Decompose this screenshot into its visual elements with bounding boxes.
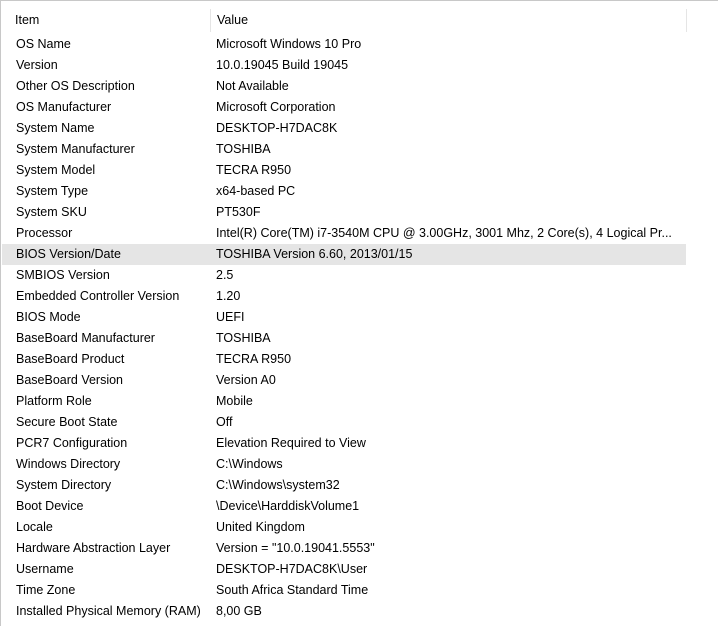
table-row[interactable]: OS Name Microsoft Windows 10 Pro	[2, 34, 686, 55]
table-row[interactable]: BaseBoard Product TECRA R950	[2, 349, 686, 370]
table-row[interactable]: Time Zone South Africa Standard Time	[2, 580, 686, 601]
row-item-cell: Locale	[16, 520, 53, 534]
row-item-cell: Username	[16, 562, 74, 576]
table-row[interactable]: System Type x64-based PC	[2, 181, 686, 202]
row-item-cell: BaseBoard Version	[16, 373, 124, 387]
row-item-cell: Windows Directory	[16, 457, 121, 471]
row-item-cell: Time Zone	[16, 583, 76, 597]
row-value-cell: x64-based PC	[216, 184, 296, 198]
table-row[interactable]: Boot Device \Device\HarddiskVolume1	[2, 496, 686, 517]
column-header-item[interactable]: Item	[9, 9, 209, 32]
row-item-cell: Hardware Abstraction Layer	[16, 541, 171, 555]
table-row[interactable]: Installed Physical Memory (RAM) 8,00 GB	[2, 601, 686, 622]
table-row[interactable]: Version 10.0.19045 Build 19045	[2, 55, 686, 76]
table-row[interactable]: Locale United Kingdom	[2, 517, 686, 538]
table-row[interactable]: System Directory C:\Windows\system32	[2, 475, 686, 496]
row-value-cell: South Africa Standard Time	[216, 583, 369, 597]
table-row[interactable]: Secure Boot State Off	[2, 412, 686, 433]
row-value-cell: Off	[216, 415, 233, 429]
table-row[interactable]: SMBIOS Version 2.5	[2, 265, 686, 286]
row-item-cell: System Name	[16, 121, 95, 135]
table-row[interactable]: Embedded Controller Version 1.20	[2, 286, 686, 307]
row-item-cell: Boot Device	[16, 499, 84, 513]
row-item-cell: PCR7 Configuration	[16, 436, 128, 450]
row-value-cell: 1.20	[216, 289, 241, 303]
table-row[interactable]: PCR7 Configuration Elevation Required to …	[2, 433, 686, 454]
row-value-cell: DESKTOP-H7DAC8K	[216, 121, 338, 135]
row-value-cell: 2.5	[216, 268, 234, 282]
row-value-cell: C:\Windows	[216, 457, 283, 471]
row-item-cell: Version	[16, 58, 58, 72]
row-value-cell: Mobile	[216, 394, 253, 408]
table-row[interactable]: BIOS Version/Date TOSHIBA Version 6.60, 2…	[2, 244, 686, 265]
row-item-cell: BaseBoard Product	[16, 352, 125, 366]
row-value-cell: Microsoft Windows 10 Pro	[216, 37, 362, 51]
row-item-cell: BaseBoard Manufacturer	[16, 331, 155, 345]
row-value-cell: 8,00 GB	[216, 604, 262, 618]
table-row[interactable]: Other OS Description Not Available	[2, 76, 686, 97]
table-row[interactable]: BaseBoard Version Version A0	[2, 370, 686, 391]
row-item-cell: System Model	[16, 163, 96, 177]
column-header-spacer	[686, 9, 718, 32]
row-value-cell: UEFI	[216, 310, 245, 324]
table-row[interactable]: System Manufacturer TOSHIBA	[2, 139, 686, 160]
row-item-cell: BIOS Mode	[16, 310, 81, 324]
list-body: OS Name Microsoft Windows 10 Pro Version 10…	[2, 34, 686, 622]
row-item-cell: Secure Boot State	[16, 415, 118, 429]
table-row[interactable]: Windows Directory C:\Windows	[2, 454, 686, 475]
table-row[interactable]: System SKU PT530F	[2, 202, 686, 223]
row-value-cell: 10.0.19045 Build 19045	[216, 58, 349, 72]
row-value-cell: PT530F	[216, 205, 261, 219]
row-item-cell: System Manufacturer	[16, 142, 135, 156]
row-value-cell: Version A0	[216, 373, 276, 387]
row-item-cell: OS Name	[16, 37, 71, 51]
row-item-cell: SMBIOS Version	[16, 268, 110, 282]
row-value-cell: TOSHIBA Version 6.60, 2013/01/15	[216, 247, 413, 261]
row-value-cell: DESKTOP-H7DAC8K\User	[216, 562, 368, 576]
row-value-cell: Elevation Required to View	[216, 436, 366, 450]
row-item-cell: System SKU	[16, 205, 87, 219]
row-item-cell: System Type	[16, 184, 89, 198]
table-row[interactable]: BaseBoard Manufacturer TOSHIBA	[2, 328, 686, 349]
column-header-value[interactable]: Value	[210, 9, 686, 32]
table-row[interactable]: Username DESKTOP-H7DAC8K\User	[2, 559, 686, 580]
row-value-cell: TECRA R950	[216, 352, 292, 366]
row-value-cell: Version = "10.0.19041.5553"	[216, 541, 375, 555]
list-header: Item Value	[2, 9, 718, 32]
row-value-cell: \Device\HarddiskVolume1	[216, 499, 360, 513]
system-summary-list: Item Value OS Name Microsoft Windows 10 P…	[0, 0, 718, 626]
row-item-cell: OS Manufacturer	[16, 100, 112, 114]
row-value-cell: Not Available	[216, 79, 289, 93]
table-row[interactable]: Processor Intel(R) Core(TM) i7-3540M CPU …	[2, 223, 686, 244]
row-value-cell: TOSHIBA	[216, 331, 271, 345]
row-value-cell: United Kingdom	[216, 520, 305, 534]
row-item-cell: System Directory	[16, 478, 112, 492]
row-item-cell: Other OS Description	[16, 79, 135, 93]
row-value-cell: TECRA R950	[216, 163, 292, 177]
table-row[interactable]: System Name DESKTOP-H7DAC8K	[2, 118, 686, 139]
table-row[interactable]: OS Manufacturer Microsoft Corporation	[2, 97, 686, 118]
row-value-cell: TOSHIBA	[216, 142, 271, 156]
row-item-cell: Installed Physical Memory (RAM)	[16, 604, 201, 618]
row-value-cell: Microsoft Corporation	[216, 100, 336, 114]
row-item-cell: Platform Role	[16, 394, 92, 408]
table-row[interactable]: Platform Role Mobile	[2, 391, 686, 412]
row-item-cell: BIOS Version/Date	[16, 247, 121, 261]
table-row[interactable]: Hardware Abstraction Layer Version = "10.…	[2, 538, 686, 559]
table-row[interactable]: System Model TECRA R950	[2, 160, 686, 181]
table-row[interactable]: BIOS Mode UEFI	[2, 307, 686, 328]
row-item-cell: Embedded Controller Version	[16, 289, 180, 303]
row-value-cell: C:\Windows\system32	[216, 478, 340, 492]
row-value-cell: Intel(R) Core(TM) i7-3540M CPU @ 3.00GHz…	[216, 226, 672, 240]
row-item-cell: Processor	[16, 226, 73, 240]
